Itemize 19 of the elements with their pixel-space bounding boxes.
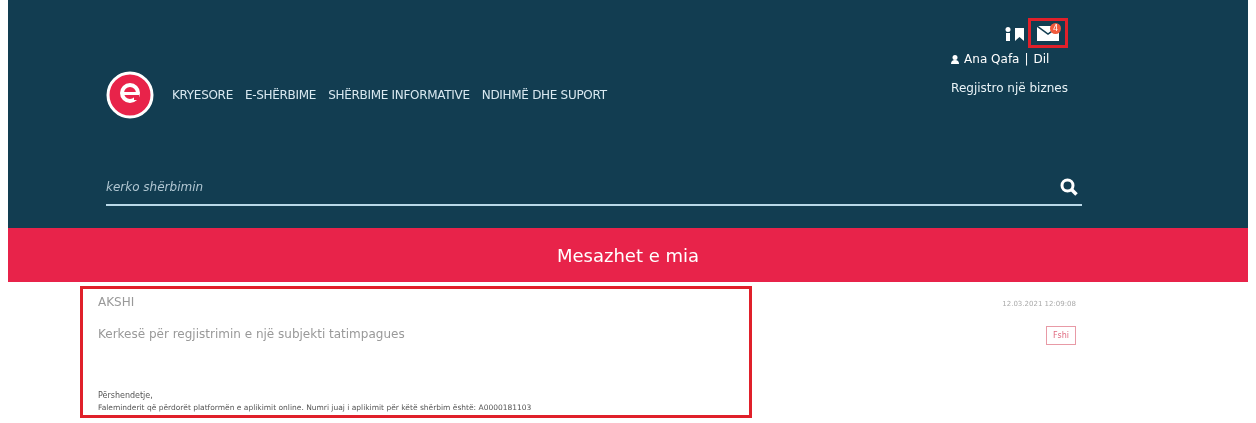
- user-name-link[interactable]: Ana Qafa: [964, 52, 1020, 66]
- register-business-link[interactable]: Regjistro një biznes: [951, 81, 1068, 95]
- logout-link[interactable]: Dil: [1033, 52, 1050, 66]
- user-icon: [951, 54, 960, 64]
- page-title: Mesazhet e mia: [556, 244, 700, 266]
- separator: |: [1024, 52, 1029, 66]
- logo-icon[interactable]: [106, 71, 154, 119]
- message-sender: AKSHI: [98, 295, 136, 309]
- nav-link[interactable]: SHËRBIME INFORMATIVE: [328, 88, 470, 102]
- bookmark-icon[interactable]: [1015, 27, 1024, 41]
- message-subject: Kerkesë për regjistrimin e një subjekti tatimpagues: [98, 327, 406, 343]
- info-icon[interactable]: [1005, 27, 1011, 41]
- message-greeting: Përshendetje,: [98, 391, 154, 400]
- search-field[interactable]: kerko shërbimin: [106, 174, 1060, 200]
- nav-link[interactable]: KRYESORE: [172, 88, 233, 102]
- notification-badge: 4: [1050, 23, 1061, 34]
- search-icon[interactable]: [1060, 178, 1078, 196]
- nav-link[interactable]: E-SHËRBIME: [244, 88, 317, 102]
- nav-link[interactable]: NDIHMË DHE SUPORT: [481, 88, 607, 102]
